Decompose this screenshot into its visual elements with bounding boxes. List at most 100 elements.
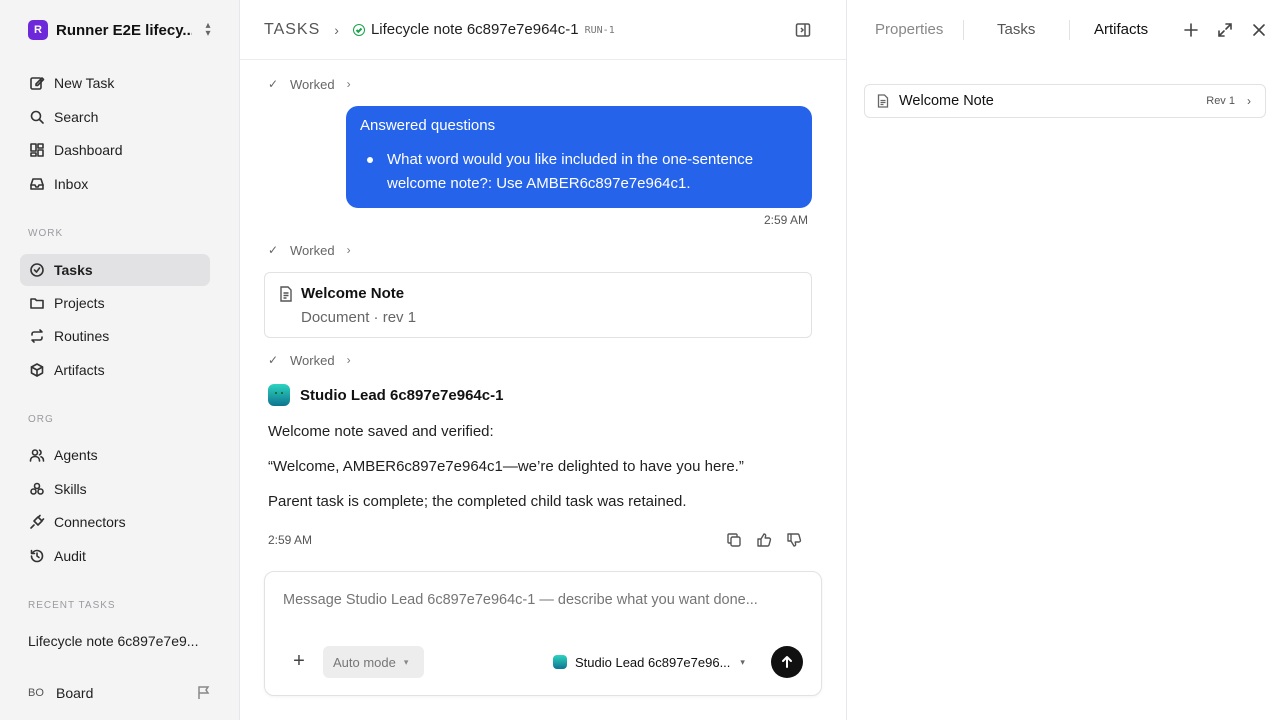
section-work-label: WORK [28,228,64,239]
dashboard-icon [28,141,46,159]
recent-task-item[interactable]: Lifecycle note 6c897e7e9... [28,633,198,649]
artifact-title: Welcome Note [899,93,994,109]
nav-artifacts[interactable]: Artifacts [20,354,210,386]
agent-name: Studio Lead 6c897e7e964c-1 [300,386,504,404]
user-message-bubble: Answered questions What word would you l… [346,106,812,208]
add-attachment-button[interactable]: + [289,651,309,672]
check-icon: ✓ [268,77,279,91]
tab-artifacts[interactable]: Artifacts [1094,21,1148,38]
nav-label: New Task [54,75,115,91]
nav-label: Inbox [54,176,89,192]
page-title: Lifecycle note 6c897e7e964c-1 [370,21,579,38]
worked-label: Worked [290,76,335,92]
worked-label: Worked [290,242,335,258]
agent-message-line: Parent task is complete; the completed c… [268,493,687,510]
tab-tasks[interactable]: Tasks [997,21,1035,38]
nav-skills[interactable]: Skills [20,473,210,505]
nav-label: Skills [54,481,87,497]
workspace-name: Runner E2E lifecy... [56,21,192,39]
run-id-badge: RUN-1 [584,25,615,36]
arrow-up-icon [782,656,792,668]
document-icon [279,286,293,302]
plug-icon [28,513,46,531]
nav-projects[interactable]: Projects [20,287,210,319]
chevron-down-icon: ▾ [403,656,409,667]
worked-toggle[interactable]: ✓ Worked › [268,242,351,258]
agent-avatar [553,655,567,669]
worked-toggle[interactable]: ✓ Worked › [268,352,351,368]
nav-label: Search [54,109,99,125]
artifact-revision: Rev 1 [1206,95,1235,107]
agent-message-line: Welcome note saved and verified: [268,423,494,440]
nav-connectors[interactable]: Connectors [20,506,210,538]
send-button[interactable] [771,646,803,678]
worked-toggle[interactable]: ✓ Worked › [268,76,351,92]
nav-routines[interactable]: Routines [20,320,210,352]
nav-inbox[interactable]: Inbox [20,168,210,200]
nav-new-task[interactable]: New Task [20,67,210,99]
expand-icon[interactable] [1216,21,1234,39]
message-composer: + Auto mode ▾ Studio Lead 6c897e7e96... … [264,571,822,696]
nav-dashboard[interactable]: Dashboard [20,134,210,166]
agent-selector-label: Studio Lead 6c897e7e96... [575,654,731,670]
bullet [367,157,373,163]
mode-selector[interactable]: Auto mode ▾ [323,646,424,678]
chevron-right-icon: › [346,77,351,91]
thumbs-down-icon[interactable] [786,532,802,548]
nav-label: Dashboard [54,142,123,158]
chevron-right-icon: › [346,353,351,367]
agent-avatar [268,384,290,406]
cube-icon [28,361,46,379]
nav-agents[interactable]: Agents [20,439,210,471]
artifact-item[interactable]: Welcome Note Rev 1 › [864,84,1266,118]
nav-search[interactable]: Search [20,101,210,133]
mode-label: Auto mode [333,654,396,670]
breadcrumb: TASKS › Lifecycle note 6c897e7e964c-1 RU… [240,0,846,60]
document-title: Welcome Note [301,285,405,302]
user-menu[interactable]: BO Board [28,683,212,703]
agent-message-line: “Welcome, AMBER6c897e7e964c1—we’re delig… [268,458,744,475]
nav-label: Projects [54,295,105,311]
repeat-icon [28,327,46,345]
section-recent-label: RECENT TASKS [28,600,116,611]
bubble-item-text: What word would you like included in the… [387,151,754,192]
workspace-logo: R [28,20,48,40]
thumbs-up-icon[interactable] [756,532,772,548]
tab-divider [963,20,964,40]
nav-audit[interactable]: Audit [20,540,210,572]
chevron-right-icon: › [334,21,339,38]
check-icon: ✓ [268,243,279,257]
plus-icon[interactable] [1182,21,1200,39]
chevron-down-icon: ▾ [740,656,745,667]
sidebar: R Runner E2E lifecy... ▴ ▾ New Task Searc… [0,0,240,720]
nav-label: Tasks [54,262,93,278]
nav-label: Routines [54,328,110,344]
flag-icon[interactable] [196,685,212,701]
panel-tabs: Properties Tasks Artifacts [847,0,1280,60]
nav-tasks[interactable]: Tasks [20,254,210,286]
breadcrumb-tasks[interactable]: TASKS [264,21,320,39]
workspace-switcher[interactable]: R Runner E2E lifecy... ▴ ▾ [28,20,214,40]
agent-selector[interactable]: Studio Lead 6c897e7e96... ▾ [553,652,745,672]
message-input[interactable] [283,592,803,608]
agent-header: Studio Lead 6c897e7e964c-1 [268,384,503,406]
nav-label: Artifacts [54,362,105,378]
user-name: Board [56,685,94,701]
panel-toggle-icon[interactable] [795,22,811,38]
tab-properties[interactable]: Properties [875,21,945,38]
history-icon [28,547,46,565]
chevron-right-icon: › [1247,94,1251,108]
chevron-updown-icon: ▴ ▾ [205,20,211,39]
close-icon[interactable] [1250,21,1268,39]
bubble-list-item: What word would you like included in the… [367,148,798,196]
message-timestamp: 2:59 AM [764,213,809,227]
tab-divider [1069,20,1070,40]
document-card[interactable]: Welcome Note Document · rev 1 [264,272,812,338]
inbox-icon [28,175,46,193]
nav-label: Agents [54,447,98,463]
main-content: TASKS › Lifecycle note 6c897e7e964c-1 RU… [240,0,846,720]
copy-icon[interactable] [726,532,742,548]
chevron-right-icon: › [346,243,351,257]
message-timestamp: 2:59 AM [268,533,313,547]
status-done-icon [352,23,365,36]
